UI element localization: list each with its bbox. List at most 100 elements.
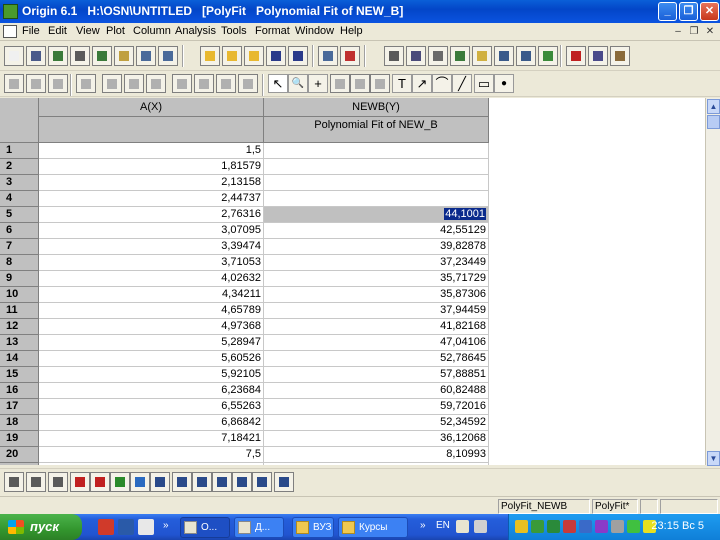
volume-icon[interactable] [611, 520, 624, 533]
tray-app-icon[interactable] [563, 520, 576, 533]
cell-newb[interactable]: 44,1001 [264, 207, 489, 223]
new-matrix-icon[interactable] [70, 46, 90, 66]
cell-newb[interactable]: 35,87306 [264, 287, 489, 303]
row-header[interactable]: 4 [0, 191, 39, 207]
cell-newb[interactable]: 52,78645 [264, 351, 489, 367]
statistics-icon[interactable] [146, 74, 166, 93]
bar-plot-icon[interactable] [90, 472, 110, 492]
row-header[interactable]: 17 [0, 399, 39, 415]
rescale-icon[interactable] [76, 74, 96, 93]
menu-edit[interactable]: Edit [48, 25, 67, 37]
menu-tools[interactable]: Tools [221, 25, 247, 37]
ternary-plot-icon[interactable] [192, 472, 212, 492]
arrow-tool-icon[interactable]: ↗ [412, 74, 432, 93]
whole-page-icon[interactable] [48, 74, 68, 93]
cell-newb[interactable]: 57,88851 [264, 367, 489, 383]
rectangle-tool-icon[interactable]: ▭ [474, 74, 494, 93]
scatter-plot-icon[interactable] [26, 472, 46, 492]
save-project-icon[interactable] [266, 46, 286, 66]
cell-a[interactable]: 6,23684 [39, 383, 264, 399]
start-button[interactable]: пуск [0, 514, 82, 540]
mdi-restore-button[interactable]: ❐ [688, 26, 700, 38]
cell-a[interactable]: 1,5 [39, 143, 264, 159]
worksheet-doc-icon[interactable] [3, 25, 17, 38]
cell-a[interactable]: 7,5 [39, 447, 264, 463]
tray-app-icon[interactable] [595, 520, 608, 533]
cell-newb[interactable] [264, 159, 489, 175]
cell-a[interactable]: 3,71053 [39, 255, 264, 271]
row-number-icon[interactable] [216, 74, 236, 93]
new-worksheet-icon[interactable] [26, 46, 46, 66]
box-chart-icon[interactable] [232, 472, 252, 492]
row-header[interactable]: 10 [0, 287, 39, 303]
cell-newb[interactable]: 39,82878 [264, 239, 489, 255]
code-builder-icon[interactable] [472, 46, 492, 66]
cell-a[interactable]: 2,44737 [39, 191, 264, 207]
cell-newb[interactable] [264, 143, 489, 159]
line-symbol-plot-icon[interactable] [48, 472, 68, 492]
shield-icon[interactable] [515, 520, 528, 533]
row-header[interactable]: 5 [0, 207, 39, 223]
polar-plot-icon[interactable] [150, 472, 170, 492]
row-header[interactable]: 14 [0, 351, 39, 367]
transpose-icon[interactable] [194, 74, 214, 93]
curved-arrow-tool-icon[interactable]: ⌒ [432, 74, 452, 93]
row-header[interactable]: 16 [0, 383, 39, 399]
title-bar[interactable]: Origin 6.1 H:\OSN\UNTITLED [PolyFit Poly… [0, 0, 720, 23]
import-ascii-icon[interactable] [318, 46, 338, 66]
language-indicator[interactable]: EN [436, 520, 450, 531]
cell-newb[interactable]: 41,82168 [264, 319, 489, 335]
screen-reader-icon[interactable] [330, 74, 350, 93]
row-header[interactable]: 11 [0, 303, 39, 319]
cell-newb[interactable]: 35,71729 [264, 271, 489, 287]
zoom-tool-icon[interactable]: 🔍 [288, 74, 308, 93]
taskbar-item-origin[interactable]: O... [180, 517, 230, 538]
row-header[interactable]: 18 [0, 415, 39, 431]
copy-icon[interactable] [588, 46, 608, 66]
paste-icon[interactable] [610, 46, 630, 66]
mdi-minimize-button[interactable]: – [672, 26, 684, 38]
duplicate-icon[interactable] [428, 46, 448, 66]
row-header[interactable]: 6 [0, 223, 39, 239]
cut-icon[interactable] [566, 46, 586, 66]
row-header[interactable]: 15 [0, 367, 39, 383]
line-plot-icon[interactable] [4, 472, 24, 492]
quicklaunch-chevron-icon[interactable]: » [163, 520, 169, 531]
origin-app-icon[interactable] [3, 4, 18, 19]
project-explorer-icon[interactable] [494, 46, 514, 66]
row-header[interactable]: 8 [0, 255, 39, 271]
sort-icon[interactable] [172, 74, 192, 93]
cell-newb[interactable] [264, 463, 489, 465]
new-function-icon[interactable] [92, 46, 112, 66]
cell-a[interactable]: 4,34211 [39, 287, 264, 303]
refresh-icon[interactable] [406, 46, 426, 66]
column-header-newb[interactable]: NEWB(Y) [264, 98, 489, 117]
cell-a[interactable]: 4,65789 [39, 303, 264, 319]
scroll-thumb[interactable] [707, 115, 720, 129]
opera-icon[interactable] [98, 519, 114, 535]
desktop-icon[interactable] [118, 519, 134, 535]
clock[interactable]: 23:15 Вс 5 [651, 520, 704, 532]
vector-plot-icon[interactable] [212, 472, 232, 492]
row-header[interactable]: 12 [0, 319, 39, 335]
taskbar-chevron-icon[interactable]: » [420, 520, 426, 531]
vertical-scrollbar[interactable]: ▲ ▼ [705, 98, 720, 466]
set-column-values-icon[interactable] [124, 74, 144, 93]
cell-a[interactable]: 6,55263 [39, 399, 264, 415]
open-icon[interactable] [200, 46, 220, 66]
cell-a[interactable]: 4,97368 [39, 319, 264, 335]
mdi-close-button[interactable]: ✕ [704, 26, 716, 38]
template-3d-icon[interactable] [172, 472, 192, 492]
line-tool-icon[interactable]: ╱ [452, 74, 472, 93]
row-header[interactable]: 19 [0, 431, 39, 447]
print-icon[interactable] [384, 46, 404, 66]
cell-a[interactable]: 4,02632 [39, 271, 264, 287]
area-plot-icon[interactable] [130, 472, 150, 492]
menu-view[interactable]: View [76, 25, 100, 37]
row-header[interactable]: 9 [0, 271, 39, 287]
zoom-out-icon[interactable] [26, 74, 46, 93]
row-header[interactable]: 21 [0, 463, 39, 465]
cell-newb[interactable]: 60,82488 [264, 383, 489, 399]
row-header[interactable]: 2 [0, 159, 39, 175]
cell-newb[interactable]: 59,72016 [264, 399, 489, 415]
